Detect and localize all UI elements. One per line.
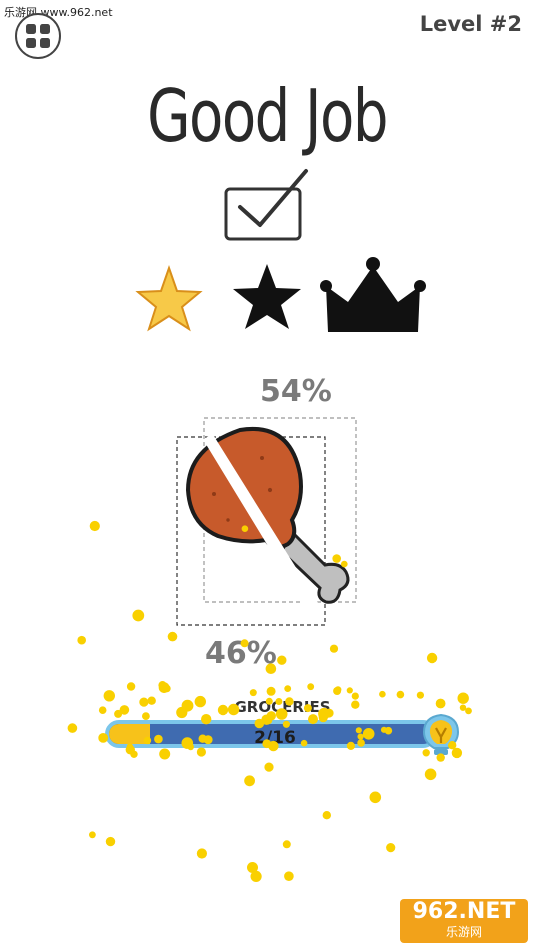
confetti-dot [266, 686, 276, 696]
confetti-dot [89, 831, 96, 839]
confetti-dot [158, 681, 167, 690]
rating [135, 257, 426, 332]
confetti-dot [333, 687, 342, 695]
confetti-dot [196, 848, 207, 859]
watermark-logo-line2: 乐游网 [445, 925, 482, 939]
progress-label: GROCERIES [234, 698, 331, 716]
confetti-dot [346, 687, 353, 694]
result-title: Good Job [147, 74, 388, 158]
watermark-top-text: 乐游网 www.962.net [4, 6, 113, 19]
confetti-dot [386, 843, 396, 853]
confetti-dot [282, 840, 291, 849]
confetti-dot [89, 520, 100, 532]
watermark-logo: 962.NET 乐游网 [400, 899, 528, 943]
grid-icon [26, 24, 50, 48]
confetti-dot [329, 644, 339, 653]
confetti-dot [322, 811, 331, 820]
confetti-dot [277, 655, 287, 665]
groceries-progress: GROCERIES 2/16 [105, 698, 460, 755]
confetti-dot [244, 775, 256, 787]
checkbox-checked-icon [224, 169, 308, 241]
slice-top-percent: 54% [260, 374, 332, 409]
star-gold-icon [135, 264, 203, 332]
level-indicator: Level #2 [419, 12, 522, 36]
menu-button[interactable] [15, 13, 61, 59]
star-black-icon [233, 264, 301, 329]
confetti-dot [249, 689, 257, 697]
confetti-dot [307, 683, 315, 691]
confetti-dot [247, 862, 258, 873]
drumstick-sliced-icon [176, 417, 357, 626]
confetti-dot [334, 686, 342, 693]
confetti-dot [167, 631, 178, 642]
progress-count: 2/16 [254, 728, 296, 748]
confetti-dot [67, 723, 78, 733]
confetti-dot [77, 635, 86, 645]
confetti-dot [465, 707, 472, 715]
confetti-dot [264, 762, 274, 772]
confetti-dot [426, 652, 438, 664]
progress-track: 2/16 [105, 720, 437, 748]
crown-icon [320, 257, 426, 332]
confetti-dot [126, 682, 136, 691]
confetti-dot [459, 704, 467, 711]
confetti-dot [284, 871, 294, 881]
lightbulb-icon [422, 713, 460, 755]
confetti-dot [132, 609, 145, 622]
confetti-dot [379, 690, 386, 698]
confetti-dot [105, 836, 116, 847]
confetti-dot [158, 682, 170, 693]
confetti-dot [284, 685, 292, 692]
watermark-logo-line1: 962.NET [412, 899, 516, 924]
confetti-dot [250, 870, 262, 883]
confetti-dot [369, 791, 382, 804]
confetti-dot [163, 684, 171, 693]
slice-bottom-percent: 46% [205, 636, 277, 671]
confetti-dot [424, 768, 437, 781]
